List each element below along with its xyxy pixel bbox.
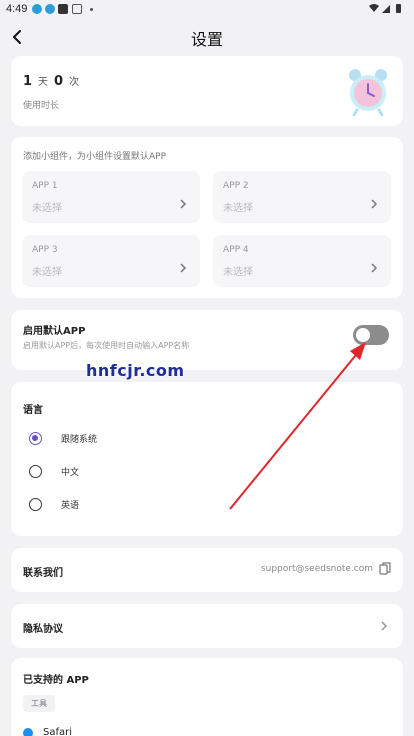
language-option-english[interactable]: 英语	[29, 495, 229, 515]
contact-email: support@seedsnote.com	[260, 564, 373, 574]
language-option-label: 跟随系统	[61, 435, 98, 445]
wifi-signal-battery-icon	[369, 4, 401, 13]
contact-row: 联系我们 support@seedsnote.com	[11, 548, 403, 592]
slot-name: APP 1	[32, 181, 58, 191]
app-slot-3[interactable]: APP 3 未选择	[22, 235, 200, 287]
slot-value: 未选择	[223, 267, 253, 278]
language-option-label: 中文	[61, 468, 80, 478]
category-tag[interactable]: 工具	[23, 695, 55, 712]
status-bar: 4:49	[0, 0, 414, 18]
slot-name: APP 2	[223, 181, 249, 191]
language-option-system[interactable]: 跟随系统	[29, 429, 229, 449]
language-title: 语言	[23, 405, 43, 416]
radio-unselected	[29, 465, 42, 478]
usage-times-unit: 次	[69, 77, 80, 88]
chevron-right-icon	[371, 199, 378, 209]
app-slot-1[interactable]: APP 1 未选择	[22, 171, 200, 223]
title-bar: 设置	[0, 20, 414, 52]
usage-days-unit: 天	[38, 77, 49, 88]
slot-name: APP 4	[223, 245, 249, 255]
supported-apps-card: 已支持的 APP 工具 Safari	[11, 658, 403, 736]
usage-days-value: 1	[23, 74, 33, 89]
supported-apps-title: 已支持的 APP	[23, 675, 89, 686]
privacy-label: 隐私协议	[23, 624, 63, 635]
app-slot-4[interactable]: APP 4 未选择	[213, 235, 391, 287]
radio-unselected	[29, 498, 42, 511]
usage-card: 1天0次 使用时长	[11, 56, 403, 126]
supported-app-name: Safari	[43, 727, 73, 736]
slot-value: 未选择	[223, 203, 253, 214]
notification-icon	[32, 4, 42, 14]
chevron-right-icon	[180, 263, 187, 273]
default-app-subtitle: 启用默认APP后，每次使用时自动输入APP名称	[23, 341, 190, 350]
box-icon	[72, 4, 82, 14]
slot-value: 未选择	[32, 203, 62, 214]
watermark-text: hnfcjr.com	[86, 361, 185, 380]
app-notification-icon	[58, 4, 68, 14]
default-app-toggle[interactable]	[353, 325, 389, 345]
notification-icon	[45, 4, 55, 14]
usage-stats: 1天0次	[23, 73, 85, 89]
language-option-label: 英语	[61, 501, 80, 511]
safari-icon	[23, 728, 33, 736]
copy-icon[interactable]	[379, 562, 391, 576]
language-card: 语言 跟随系统 中文 英语	[11, 382, 403, 536]
widget-hint: 添加小组件，为小组件设置默认APP	[23, 152, 167, 162]
more-dot-icon	[90, 8, 93, 11]
system-indicators	[368, 3, 406, 17]
privacy-row[interactable]: 隐私协议	[11, 604, 403, 648]
app-slot-2[interactable]: APP 2 未选择	[213, 171, 391, 223]
widget-card: 添加小组件，为小组件设置默认APP APP 1 未选择 APP 2 未选择 AP…	[11, 137, 403, 298]
radio-selected	[29, 432, 42, 445]
default-app-card: 启用默认APP 启用默认APP后，每次使用时自动输入APP名称	[11, 310, 403, 370]
slot-value: 未选择	[32, 267, 62, 278]
alarm-clock-icon	[349, 69, 387, 116]
chevron-right-icon	[371, 263, 378, 273]
slot-name: APP 3	[32, 245, 58, 255]
status-time: 4:49	[6, 3, 28, 15]
default-app-title: 启用默认APP	[23, 326, 86, 337]
usage-label: 使用时长	[23, 101, 60, 111]
contact-label: 联系我们	[23, 568, 63, 579]
language-option-chinese[interactable]: 中文	[29, 462, 229, 482]
toggle-knob	[356, 328, 370, 342]
page-title: 设置	[190, 30, 223, 49]
chevron-right-icon	[381, 621, 388, 631]
usage-times-value: 0	[54, 74, 64, 89]
chevron-right-icon	[180, 199, 187, 209]
